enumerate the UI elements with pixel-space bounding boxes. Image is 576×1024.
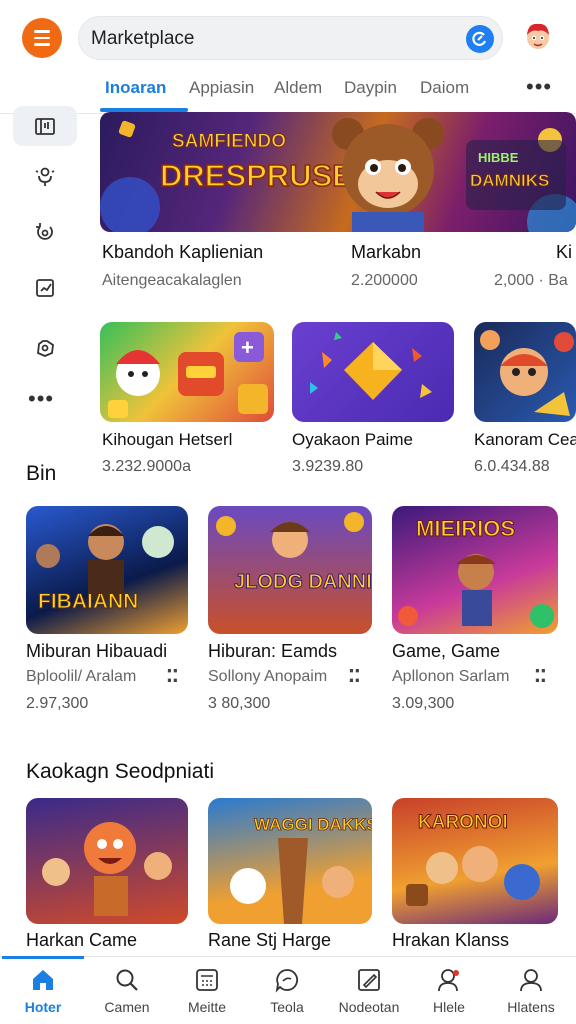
search-input[interactable]: Marketplace <box>91 28 195 50</box>
tab-bar: Inoaran Appiasin Aldem Daypin Daiom ••• <box>100 70 576 114</box>
nav-edit[interactable]: Nodeotan <box>328 957 410 1024</box>
chat-icon <box>275 969 299 993</box>
game-title-6[interactable]: Hrakan Klanss <box>392 930 509 951</box>
game-title-1[interactable]: Miburan Hibauadi <box>26 641 167 662</box>
checklist-icon[interactable] <box>13 268 77 308</box>
game-card-6[interactable]: KARONOI <box>392 798 558 924</box>
svg-text:+: + <box>241 335 254 360</box>
kebab-menu-icon[interactable]: ⁚⁚ <box>348 666 361 687</box>
tab-daypin[interactable]: Daypin <box>344 78 397 98</box>
user-avatar[interactable] <box>522 20 554 52</box>
featured-title-2[interactable]: Markabn <box>351 242 421 263</box>
game-card-5[interactable]: WAGGI DAKKS <box>208 798 372 924</box>
featured-title-3[interactable]: Ki <box>556 242 572 263</box>
game-card-2-art: JLODG DANNIKS <box>234 571 372 593</box>
app-price-2: 3.9239.80 <box>292 458 364 475</box>
hero-left-small: SAMFIENDO <box>172 131 286 152</box>
featured-subtitle-1: Aitengeacakalaglen <box>102 272 242 289</box>
nav-label: Hlele <box>433 999 465 1015</box>
refresh-icon[interactable] <box>13 212 77 252</box>
profile-icon <box>520 969 542 992</box>
edit-icon <box>358 969 380 991</box>
bottom-navigation: Hoter Camen Meitte Teola Nodeotan Hlele … <box>0 956 576 1024</box>
game-price-1: 2.97,300 <box>26 695 89 712</box>
library-icon[interactable] <box>13 106 77 146</box>
app-title-3[interactable]: Kanoram Cea <box>474 430 576 450</box>
more-tabs-icon[interactable]: ••• <box>526 74 552 100</box>
hero-left-text: DRESPRUSE <box>160 158 353 193</box>
nav-alerts[interactable]: Hlele <box>408 957 490 1024</box>
tab-aldem[interactable]: Aldem <box>274 78 322 98</box>
hero-right-text: DAMNIKS <box>470 171 549 190</box>
game-subtitle-3: Apllonon Sarlam <box>392 668 510 685</box>
nav-active-indicator <box>2 956 84 959</box>
kebab-menu-icon[interactable]: ⁚⁚ <box>166 666 179 687</box>
side-rail: ••• <box>0 104 90 424</box>
nav-label: Nodeotan <box>338 999 400 1015</box>
nav-label: Camen <box>104 999 150 1015</box>
nav-profile[interactable]: Hlatens <box>490 957 572 1024</box>
game-title-3[interactable]: Game, Game <box>392 641 500 662</box>
app-tile-3[interactable] <box>474 322 576 422</box>
game-title-4[interactable]: Harkan Came <box>26 930 137 951</box>
nav-label: Meitte <box>187 999 227 1015</box>
game-subtitle-1: Bploolil/ Aralam <box>26 668 137 685</box>
app-price-1: 3.232.9000a <box>102 458 191 475</box>
settings-icon[interactable] <box>13 328 77 368</box>
nav-home[interactable]: Hoter <box>2 956 84 1024</box>
featured-subtitle-2: 2.200000 <box>351 272 418 289</box>
game-card-2[interactable]: JLODG DANNIKS <box>208 506 372 634</box>
search-bar[interactable]: Marketplace <box>78 16 503 60</box>
section-title-bin: Bin <box>26 462 57 485</box>
nav-label: Hoter <box>24 999 62 1015</box>
game-card-3[interactable]: MIEIRIOS <box>392 506 558 634</box>
hero-right-small: HIBBE <box>478 150 519 165</box>
menu-icon[interactable] <box>22 18 62 58</box>
game-title-5[interactable]: Rane Stj Harge <box>208 930 331 951</box>
user-alert-icon <box>438 969 459 992</box>
nav-label: Teola <box>270 999 304 1015</box>
search-icon <box>116 969 138 991</box>
tab-inoaran[interactable]: Inoaran <box>105 78 166 98</box>
nav-label: Hlatens <box>507 999 555 1015</box>
game-card-1-art: FIBAIANN <box>38 590 138 613</box>
game-price-2: 3 80,300 <box>208 695 271 712</box>
tab-daiom[interactable]: Daiom <box>420 78 469 98</box>
app-tile-1[interactable]: + <box>100 322 274 422</box>
calculator-icon <box>196 969 218 991</box>
podcast-icon[interactable] <box>13 156 77 196</box>
tab-appiasin[interactable]: Appiasin <box>189 78 254 98</box>
app-title-2[interactable]: Oyakaon Paime <box>292 430 413 450</box>
game-card-6-art: KARONOI <box>418 812 508 833</box>
game-card-5-art: WAGGI DAKKS <box>254 815 372 834</box>
nav-search[interactable]: Camen <box>86 957 168 1024</box>
search-icon[interactable] <box>466 25 494 53</box>
app-title-1[interactable]: Kihougan Hetserl <box>102 430 232 450</box>
nav-chat[interactable]: Teola <box>246 957 328 1024</box>
top-bar: Marketplace <box>0 0 576 70</box>
app-tile-2[interactable] <box>292 322 454 422</box>
game-subtitle-2: Sollony Anopaim <box>208 668 328 685</box>
kebab-menu-icon[interactable]: ⁚⁚ <box>534 666 547 687</box>
section-title-two: Kaokagn Seodpniati <box>26 760 214 783</box>
game-title-2[interactable]: Hiburan: Eamds <box>208 641 337 662</box>
nav-calculator[interactable]: Meitte <box>166 957 248 1024</box>
hero-banner[interactable]: SAMFIENDO DRESPRUSE HIBBE DAMNIKS <box>100 112 576 232</box>
app-price-3: 6.0.434.88 <box>474 458 550 475</box>
featured-title-1[interactable]: Kbandoh Kaplienian <box>102 242 263 263</box>
game-price-3: 3.09,300 <box>392 695 455 712</box>
game-card-4[interactable] <box>26 798 188 924</box>
game-card-3-art: MIEIRIOS <box>416 516 515 541</box>
home-icon <box>33 970 53 990</box>
more-icon[interactable]: ••• <box>28 386 54 412</box>
game-card-1[interactable]: FIBAIANN <box>26 506 188 634</box>
featured-subtitle-3: 2,000 · Ba <box>494 272 568 289</box>
